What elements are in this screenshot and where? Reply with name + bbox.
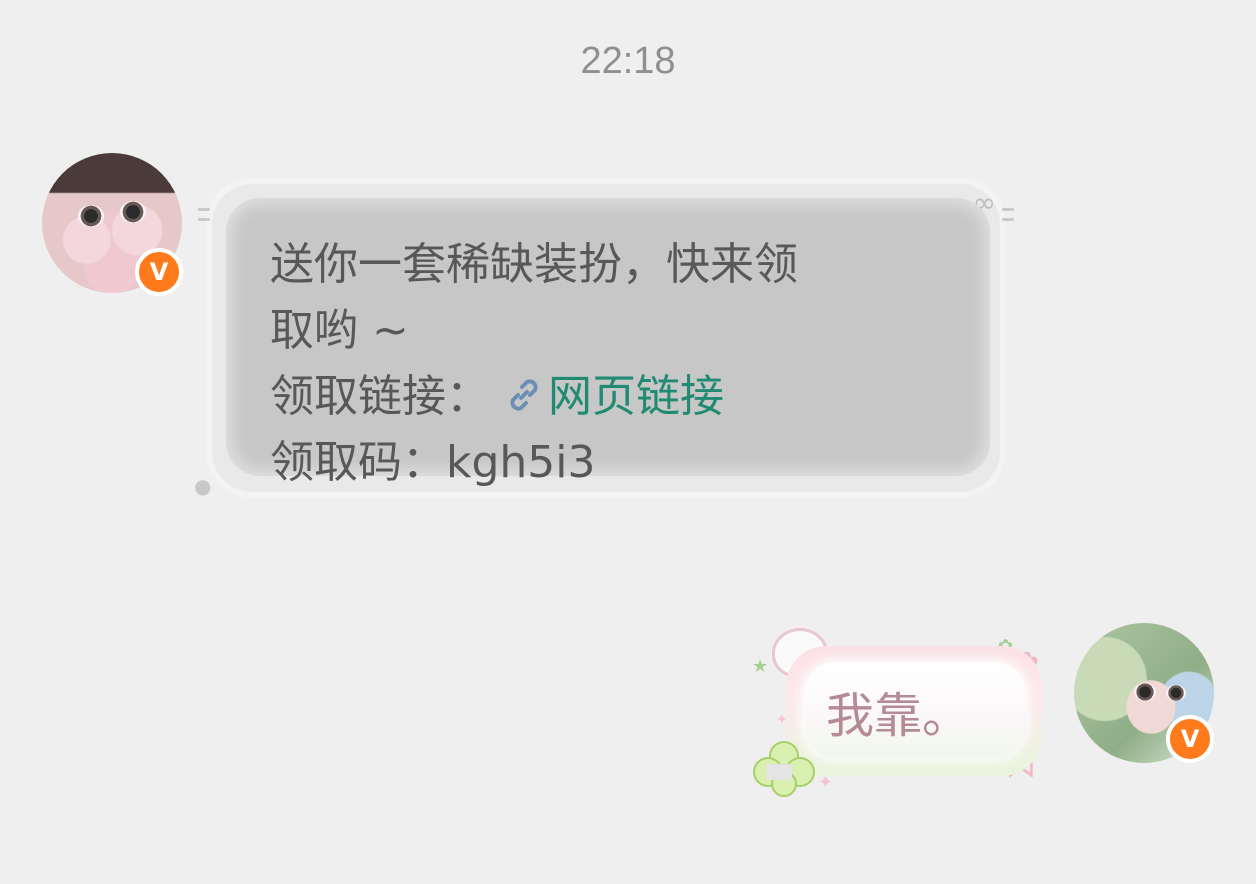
avatar-eye <box>120 201 146 223</box>
bubble-body: 送你一套稀缺装扮，快来领 取哟 ~ 领取链接： 网页链接 领取码：kgh5i3 <box>226 198 990 488</box>
code-line: 领取码：kgh5i3 <box>270 437 596 488</box>
message-text: 我靠。 <box>826 688 971 744</box>
avatar-eye <box>1134 683 1156 701</box>
avatar-eye <box>1166 685 1186 701</box>
link-icon <box>510 379 538 411</box>
avatar-eye <box>78 205 104 227</box>
chat-screen: 22:18 V ∞ ● 送你一套稀缺装扮，快来领 取哟 ~ 领取链接： 网页链接… <box>0 0 1256 884</box>
incoming-message-bubble[interactable]: ∞ ● 送你一套稀缺装扮，快来领 取哟 ~ 领取链接： 网页链接 领取码：kgh… <box>194 178 1014 498</box>
web-link[interactable]: 网页链接 <box>504 371 724 422</box>
message-line: 取哟 ~ <box>270 305 409 356</box>
verified-badge-icon: V <box>135 248 183 296</box>
message-text: 送你一套稀缺装扮，快来领 取哟 ~ 领取链接： 网页链接 领取码：kgh5i3 <box>270 232 970 496</box>
link-line: 领取链接： 网页链接 <box>270 364 970 430</box>
whisker-decoration <box>198 208 210 211</box>
web-link-label[interactable]: 网页链接 <box>548 371 724 422</box>
message-line: 送你一套稀缺装扮，快来领 <box>270 239 798 290</box>
verified-badge-icon: V <box>1166 715 1214 763</box>
message-timestamp: 22:18 <box>580 40 676 82</box>
paw-icon: ● <box>194 474 212 498</box>
star-icon: ★ <box>752 656 769 677</box>
clover-sticker-icon <box>753 741 815 797</box>
my-avatar[interactable]: V <box>1074 623 1214 763</box>
link-prefix: 领取链接： <box>270 371 490 422</box>
sender-avatar[interactable]: V <box>42 153 183 296</box>
outgoing-message-bubble[interactable]: 我靠。 <box>786 646 1042 776</box>
whisker-decoration <box>1002 208 1014 211</box>
